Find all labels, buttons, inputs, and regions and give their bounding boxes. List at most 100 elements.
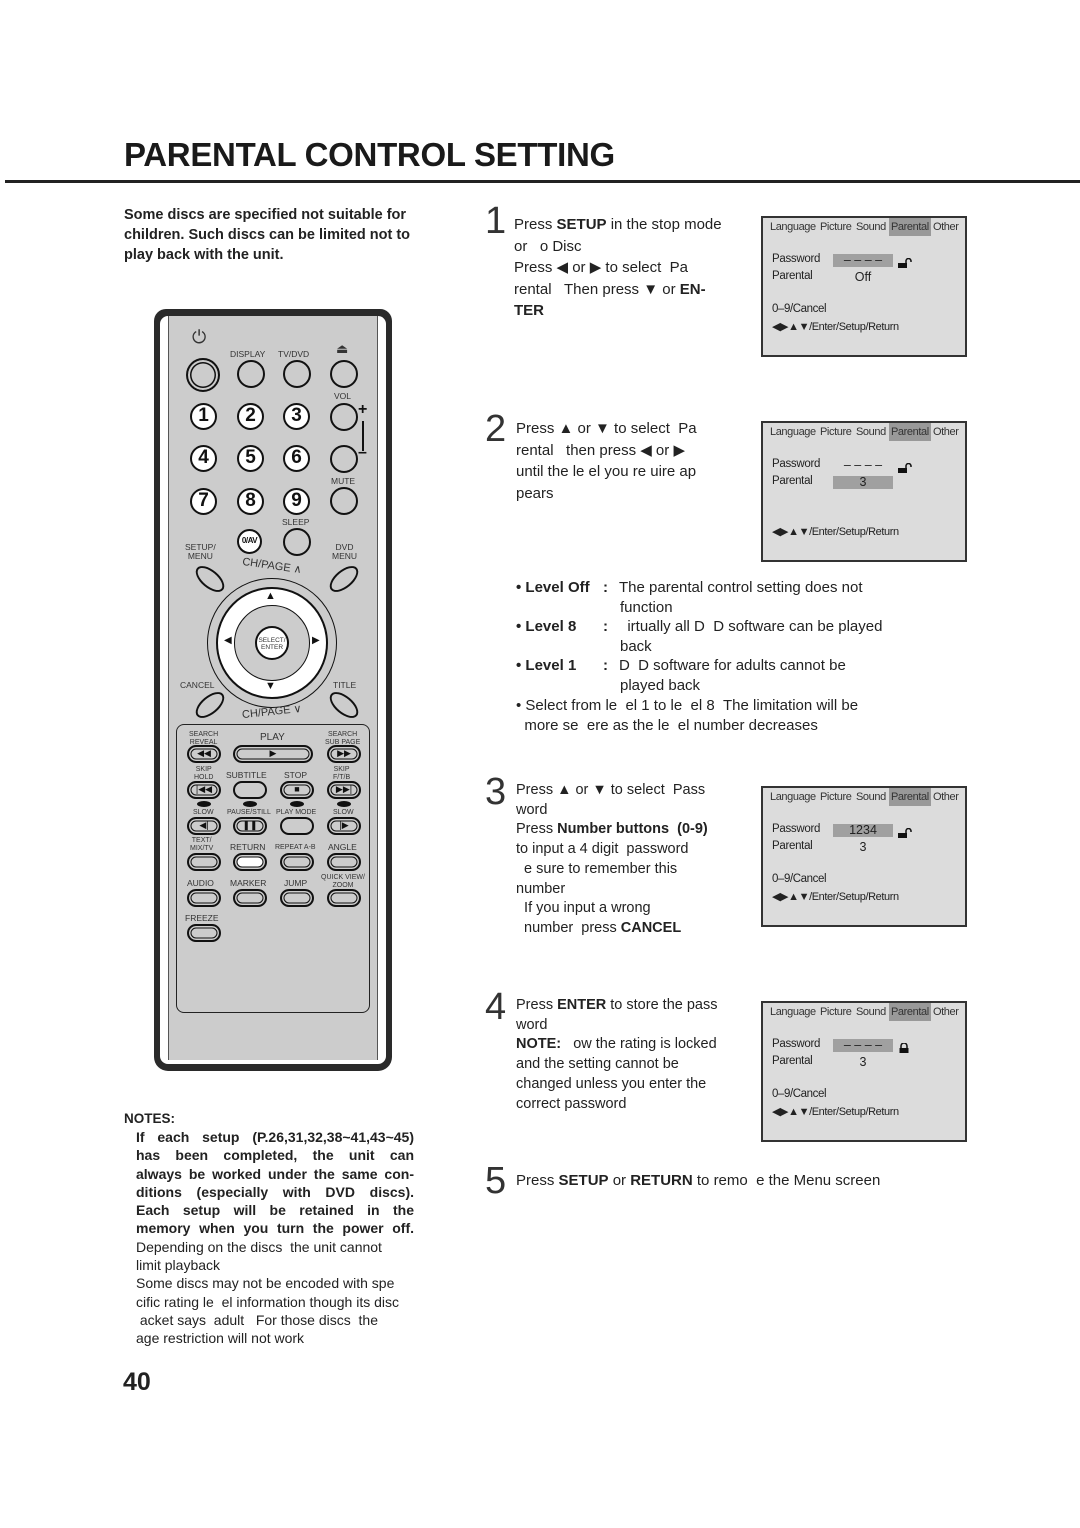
step-5-line: Press SETUP or RETURN to remo e the Menu… — [516, 1172, 881, 1189]
setup-menu-screen-1: Language Picture Sound Parental Other Passwor… — [761, 216, 967, 357]
mute-button[interactable] — [330, 487, 358, 515]
parental-level-field[interactable]: 3 — [833, 841, 893, 854]
tab-picture[interactable]: Picture — [820, 791, 852, 803]
eject-button[interactable] — [330, 360, 358, 388]
number-1-button[interactable]: 1 — [190, 403, 217, 430]
tvdvd-button[interactable] — [283, 360, 311, 388]
note-line: Depending on the discs the unit cannot — [136, 1238, 382, 1255]
marker-button[interactable] — [233, 889, 267, 907]
parental-level-field[interactable]: 3 — [833, 1056, 893, 1069]
play-label: PLAY — [260, 732, 285, 743]
left-arrow-button[interactable]: ◀ — [224, 635, 232, 646]
tab-sound[interactable]: Sound — [856, 221, 886, 233]
right-arrow-button[interactable]: ▶ — [312, 635, 320, 646]
search-reveal-label: SEARCH REVEAL — [189, 731, 219, 746]
menu-tabs: Language Picture Sound Parental Other — [763, 1003, 965, 1024]
tab-sound[interactable]: Sound — [856, 1006, 886, 1018]
tab-parental[interactable]: Parental — [889, 218, 931, 236]
step-3-line: word — [516, 801, 548, 818]
setup-menu-screen-3: Language Picture Sound Parental Other Passwor… — [761, 786, 967, 927]
play-button[interactable]: ▶ — [233, 745, 313, 763]
level-colon: : — [603, 657, 608, 675]
note-bold-line: memory when you turn the power off. — [136, 1220, 414, 1237]
sleep-label: SLEEP — [282, 517, 310, 527]
angle-button[interactable] — [327, 853, 361, 871]
pause-button[interactable]: ❚❚ — [233, 817, 267, 835]
tab-parental[interactable]: Parental — [889, 1003, 931, 1021]
number-7-button[interactable]: 7 — [190, 488, 217, 515]
select-enter-button[interactable]: SELECT/ ENTER — [255, 626, 289, 660]
step-5-text: Press SETUP or RETURN to remo e the Menu… — [516, 1170, 936, 1192]
number-2-button[interactable]: 2 — [237, 403, 264, 430]
level-description-cont: function — [620, 598, 673, 616]
down-arrow-button[interactable]: ▼ — [265, 680, 276, 692]
step-3-line: e sure to remember this — [516, 860, 678, 877]
number-9-button[interactable]: 9 — [283, 488, 310, 515]
number-6-button[interactable]: 6 — [283, 445, 310, 472]
level-colon: : — [603, 618, 608, 636]
slow-forward-label: SLOW — [333, 809, 354, 816]
number-5-button[interactable]: 5 — [237, 445, 264, 472]
parental-level-field[interactable]: 3 — [833, 476, 893, 489]
subtitle-button[interactable] — [233, 781, 267, 799]
tab-picture[interactable]: Picture — [820, 221, 852, 233]
tab-picture[interactable]: Picture — [820, 426, 852, 438]
tab-other[interactable]: Other — [933, 426, 959, 438]
number-4-button[interactable]: 4 — [190, 445, 217, 472]
jump-label: JUMP — [284, 878, 308, 888]
step-2-line: Press ▲ or ▼ to select Pa — [516, 420, 697, 437]
fast-forward-button[interactable]: ▶▶ — [327, 745, 361, 763]
audio-button[interactable] — [187, 889, 221, 907]
power-button[interactable] — [186, 358, 220, 392]
vol-down-button[interactable] — [330, 445, 358, 473]
step-3-number: 3 — [485, 771, 507, 813]
level-description: D D software for adults cannot be — [619, 657, 846, 675]
tab-other[interactable]: Other — [933, 1006, 959, 1018]
tab-language[interactable]: Language — [770, 426, 816, 438]
step-4-line: Press ENTER to store the pass — [516, 997, 718, 1013]
skip-forward-button[interactable]: ▶▶| — [327, 781, 361, 799]
indicator-dot — [243, 801, 257, 807]
slow-forward-button[interactable]: |▶ — [327, 817, 361, 835]
up-arrow-button[interactable]: ▲ — [265, 590, 276, 602]
jump-button[interactable] — [280, 889, 314, 907]
tab-parental[interactable]: Parental — [889, 423, 931, 441]
password-field[interactable]: – – – – — [833, 1039, 893, 1052]
note-bold-line: has been completed, the unit can — [136, 1147, 414, 1164]
number-3-button[interactable]: 3 — [283, 403, 310, 430]
angle-label: ANGLE — [328, 842, 357, 852]
freeze-button[interactable] — [187, 924, 221, 942]
password-field[interactable]: – – – – — [833, 254, 893, 267]
skip-back-button[interactable]: |◀◀ — [187, 781, 221, 799]
password-field[interactable]: – – – – — [833, 459, 893, 472]
quick-view-zoom-button[interactable] — [327, 889, 361, 907]
number-8-button[interactable]: 8 — [237, 488, 264, 515]
text-mix-tv-button[interactable] — [187, 853, 221, 871]
tab-language[interactable]: Language — [770, 791, 816, 803]
stop-label: STOP — [284, 770, 307, 780]
setup-menu-screen-2: Language Picture Sound Parental Other Passwor… — [761, 421, 967, 562]
tab-language[interactable]: Language — [770, 221, 816, 233]
password-field[interactable]: 1234 — [833, 824, 893, 837]
tab-other[interactable]: Other — [933, 221, 959, 233]
slow-back-button[interactable]: ◀| — [187, 817, 221, 835]
tab-sound[interactable]: Sound — [856, 426, 886, 438]
tab-language[interactable]: Language — [770, 1006, 816, 1018]
sleep-button[interactable] — [283, 528, 311, 556]
return-button[interactable] — [233, 853, 267, 871]
title-divider — [5, 180, 1080, 183]
stop-button[interactable]: ■ — [280, 781, 314, 799]
tab-picture[interactable]: Picture — [820, 1006, 852, 1018]
tab-other[interactable]: Other — [933, 791, 959, 803]
step-4-line: correct password — [516, 1095, 627, 1112]
zero-av-button[interactable]: 0/AV — [237, 529, 262, 554]
tab-parental[interactable]: Parental — [889, 788, 931, 806]
parental-level-field[interactable]: Off — [833, 271, 893, 284]
display-button[interactable] — [237, 360, 265, 388]
rewind-button[interactable]: ◀◀ — [187, 745, 221, 763]
level-item: • Level 8: irtually all D D software can… — [516, 617, 926, 656]
tab-sound[interactable]: Sound — [856, 791, 886, 803]
repeat-ab-button[interactable] — [280, 853, 314, 871]
vol-up-button[interactable] — [330, 403, 358, 431]
play-mode-button[interactable] — [280, 817, 314, 835]
